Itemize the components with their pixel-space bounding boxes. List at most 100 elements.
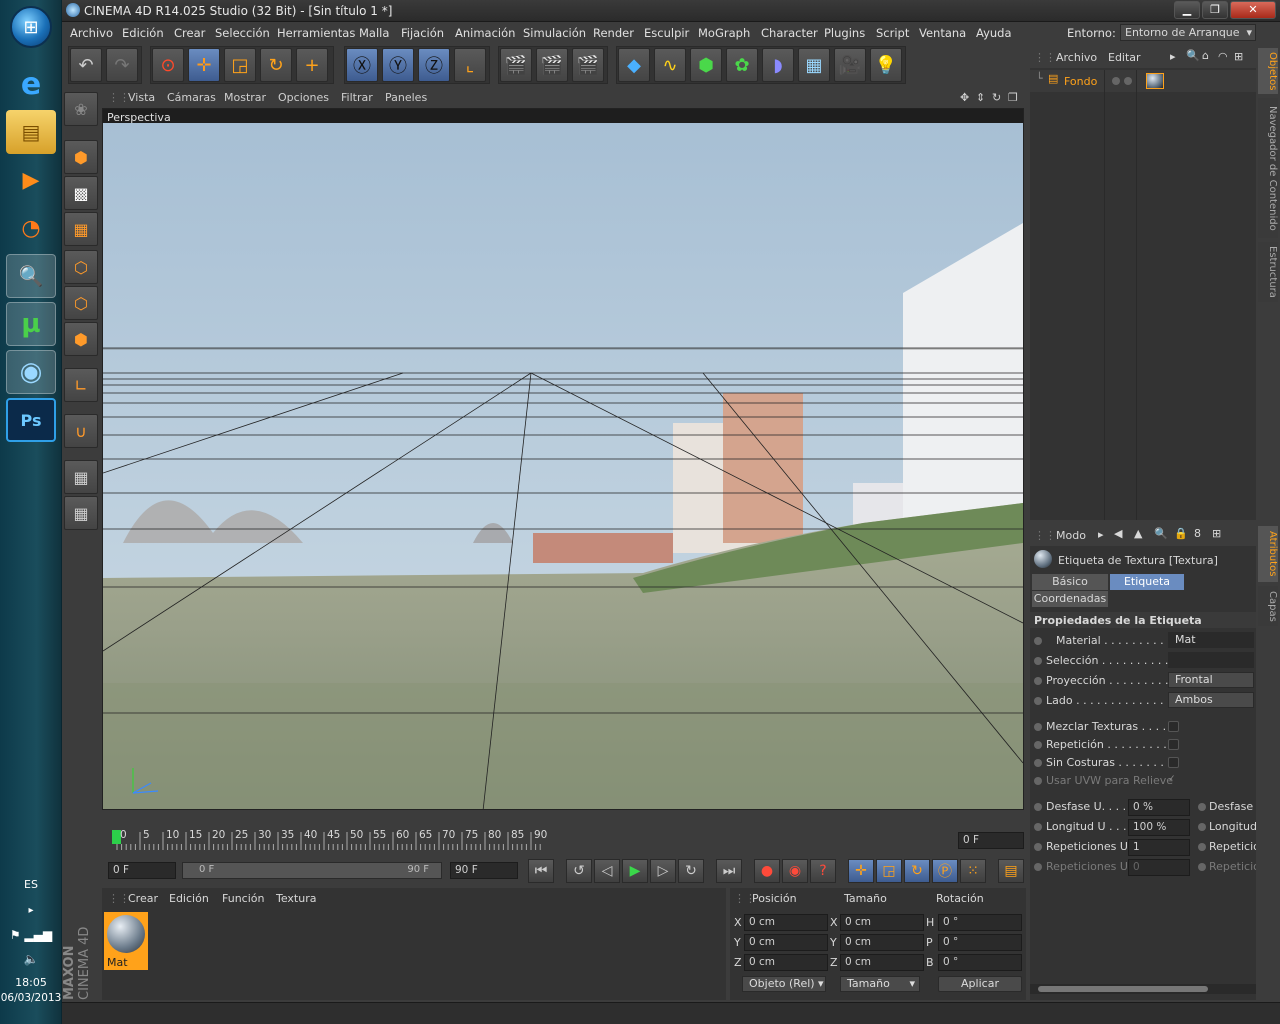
network-flag-icon[interactable]: ⚑ ▂▄▆ [0, 928, 62, 942]
position-field[interactable]: 0 cm [744, 954, 828, 971]
menu-ayuda[interactable]: Ayuda [976, 26, 1012, 40]
go-to-end-icon[interactable]: ⏭ [716, 859, 742, 883]
clock-date[interactable]: 06/03/2013 [0, 992, 62, 1004]
texture-tag-icon[interactable] [1146, 73, 1164, 89]
animate-dot[interactable] [1034, 677, 1042, 685]
viewport-menu-vista[interactable]: Vista [128, 91, 155, 104]
menu-esculpir[interactable]: Esculpir [644, 26, 689, 40]
menu-plugins[interactable]: Plugins [824, 26, 865, 40]
photoshop-icon[interactable]: Ps [6, 398, 56, 442]
timeline-ruler[interactable]: 0 5 10 15 20 25 30 35 40 45 50 55 60 65 70 75 80 85 90 0 F [102, 826, 1024, 854]
key-position-icon[interactable]: ✛ [848, 859, 874, 883]
viewport-menu-camaras[interactable]: Cámaras [167, 91, 216, 104]
animate-dot[interactable] [1198, 843, 1206, 851]
side-tab-objetos[interactable]: Objetos [1258, 48, 1278, 94]
next-frame-icon[interactable]: ▷ [650, 859, 676, 883]
volume-icon[interactable]: 🔈 [0, 952, 62, 966]
animate-dot[interactable] [1034, 803, 1042, 811]
viewport-menu-paneles[interactable]: Paneles [385, 91, 427, 104]
model-mode-icon[interactable]: ⬢ [64, 140, 98, 174]
viewport-menu-filtrar[interactable]: Filtrar [341, 91, 373, 104]
side-tab-atributos[interactable]: Atributos [1258, 526, 1278, 582]
minimize-button[interactable]: ▁ [1174, 1, 1200, 19]
rotation-field[interactable]: 0 ° [938, 934, 1022, 951]
menu-script[interactable]: Script [876, 26, 909, 40]
undo-icon[interactable]: ↶ [70, 48, 102, 82]
settings-icon[interactable]: 8 [1194, 527, 1201, 540]
size-field[interactable]: 0 cm [840, 914, 924, 931]
render-visibility-dot[interactable] [1124, 77, 1132, 85]
rotation-field[interactable]: 0 ° [938, 914, 1022, 931]
toggle-view-icon[interactable]: ❐ [1008, 91, 1018, 104]
offset-field[interactable]: 0 [1128, 859, 1190, 876]
animate-dot[interactable] [1034, 843, 1042, 851]
animate-dot[interactable] [1034, 863, 1042, 871]
property-value[interactable]: Mat [1168, 632, 1254, 648]
offset-field[interactable]: 0 % [1128, 799, 1190, 816]
texture-mode-icon[interactable]: ▩ [64, 176, 98, 210]
rotate-tool-icon[interactable]: ↻ [260, 48, 292, 82]
horizontal-scrollbar[interactable] [1030, 984, 1256, 994]
lock-icon[interactable]: 🔒 [1174, 527, 1188, 540]
key-rotation-icon[interactable]: ↻ [904, 859, 930, 883]
menu-mograph[interactable]: MoGraph [698, 26, 750, 40]
polygons-mode-icon[interactable]: ⬢ [64, 322, 98, 356]
points-mode-icon[interactable]: ⬡ [64, 250, 98, 284]
menu-malla[interactable]: Malla [359, 26, 389, 40]
key-points-icon[interactable]: ⁙ [960, 859, 986, 883]
menu-herramientas[interactable]: Herramientas [277, 26, 355, 40]
internet-explorer-icon[interactable]: e [6, 62, 56, 106]
apply-button[interactable]: Aplicar [938, 976, 1022, 992]
size-mode-dropdown[interactable]: Tamaño ▾ [840, 976, 920, 992]
add-tool-icon[interactable]: + [296, 48, 328, 82]
snap-magnet-icon[interactable]: ∪ [64, 414, 98, 448]
file-explorer-icon[interactable]: ▤ [6, 110, 56, 154]
animate-dot[interactable] [1034, 759, 1042, 767]
timeline-window-icon[interactable]: ▤ [998, 859, 1024, 883]
offset-field[interactable]: 100 % [1128, 819, 1190, 836]
record-icon[interactable]: ● [754, 859, 780, 883]
tab-etiqueta[interactable]: Etiqueta [1110, 574, 1184, 590]
size-field[interactable]: 0 cm [840, 934, 924, 951]
media-player-icon[interactable]: ▶ [6, 158, 56, 202]
cinema4d-icon[interactable]: ◉ [6, 350, 56, 394]
viewport-menu-mostrar[interactable]: Mostrar [224, 91, 266, 104]
object-name[interactable]: Fondo [1064, 75, 1097, 88]
timeline-track[interactable]: 0 5 10 15 20 25 30 35 40 45 50 55 60 65 70 75 80 85 90 [102, 826, 958, 854]
menu-fijacion[interactable]: Fijación [401, 26, 444, 40]
utorrent-icon[interactable]: µ [6, 302, 56, 346]
side-tab-capas[interactable]: Capas [1258, 586, 1278, 626]
pan-view-icon[interactable]: ✥ [960, 91, 969, 104]
checkbox[interactable] [1168, 721, 1179, 732]
coordinate-mode-dropdown[interactable]: Objeto (Rel) ▾ [742, 976, 826, 992]
rotate-view-icon[interactable]: ↻ [992, 91, 1001, 104]
new-window-icon[interactable]: ⊞ [1234, 50, 1243, 63]
search-icon[interactable]: 🔍 [6, 254, 56, 298]
live-selection-icon[interactable]: ⊙ [152, 48, 184, 82]
new-window-icon[interactable]: ⊞ [1212, 527, 1221, 540]
close-button[interactable]: ✕ [1230, 1, 1276, 19]
animate-dot[interactable] [1034, 723, 1042, 731]
floor-icon[interactable]: ▦ [798, 48, 830, 82]
objmgr-menu-editar[interactable]: Editar [1108, 51, 1141, 64]
windows-start-button[interactable]: ⊞ [10, 6, 52, 48]
camera-icon[interactable]: 🎥 [834, 48, 866, 82]
up-arrow-icon[interactable]: ▲ [1134, 527, 1142, 540]
edges-mode-icon[interactable]: ⬡ [64, 286, 98, 320]
animate-dot[interactable] [1034, 657, 1042, 665]
zoom-view-icon[interactable]: ⇕ [976, 91, 985, 104]
animate-dot[interactable] [1034, 637, 1042, 645]
keyframe-selection-icon[interactable]: ? [810, 859, 836, 883]
tab-coordenadas[interactable]: Coordenadas [1032, 591, 1108, 607]
editor-visibility-dot[interactable] [1112, 77, 1120, 85]
menu-seleccion[interactable]: Selección [215, 26, 270, 40]
light-icon[interactable]: 💡 [870, 48, 902, 82]
next-key-icon[interactable]: ↻ [678, 859, 704, 883]
end-frame-field[interactable]: 90 F [450, 862, 518, 879]
matmgr-menu-textura[interactable]: Textura [276, 892, 316, 905]
axis-mode-icon[interactable]: ∟ [64, 368, 98, 402]
play-icon[interactable]: ▶ [622, 859, 648, 883]
menu-arrow-icon[interactable]: ▸ [1170, 50, 1176, 63]
key-parameter-icon[interactable]: Ⓟ [932, 859, 958, 883]
search-icon[interactable]: 🔍 [1186, 49, 1200, 62]
